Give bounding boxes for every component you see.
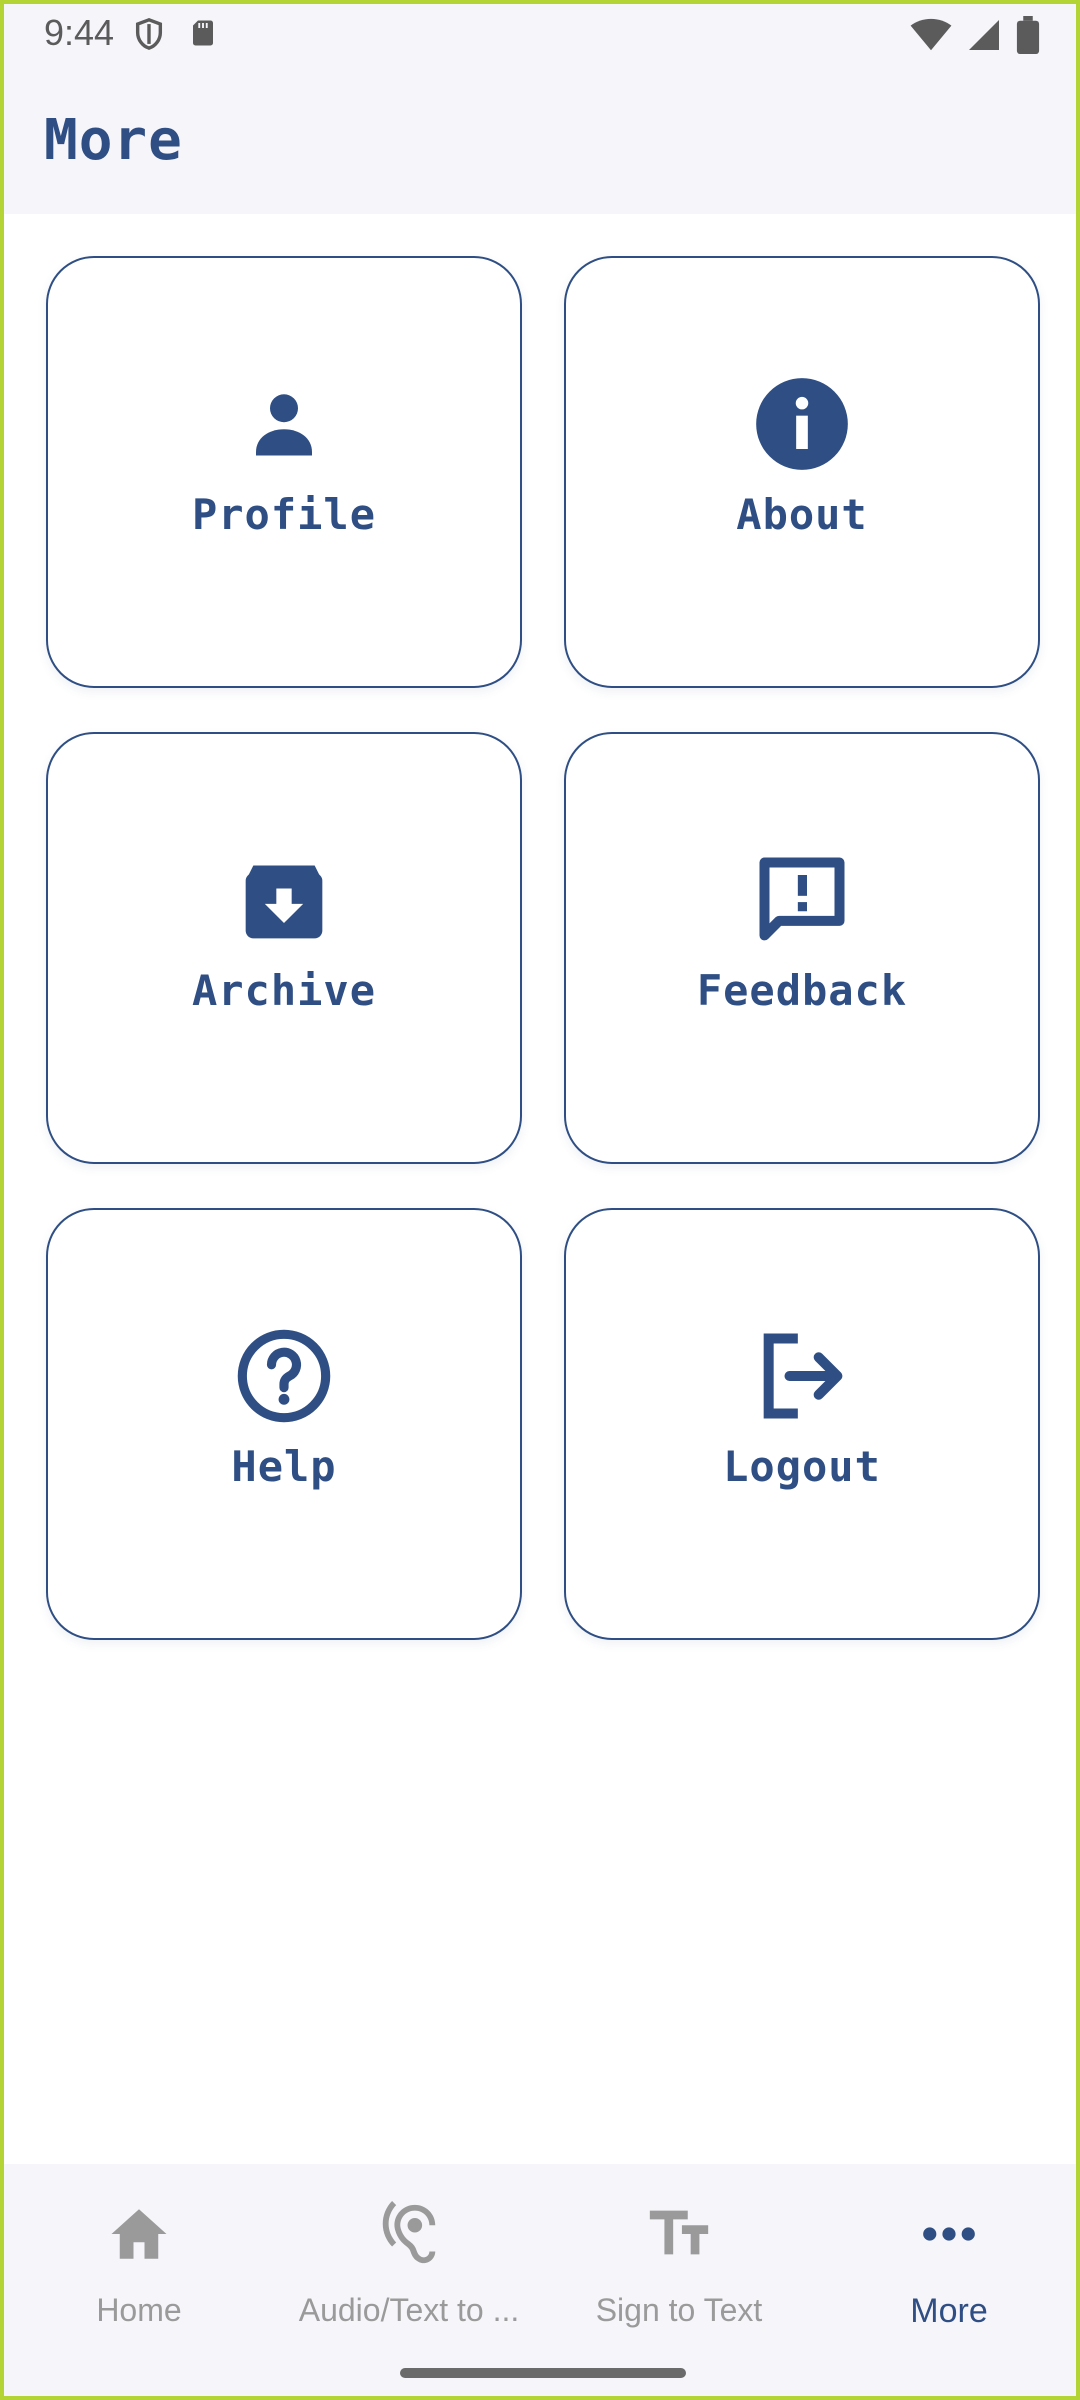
hearing-icon (369, 2194, 449, 2274)
more-horiz-icon (909, 2194, 989, 2274)
nav-label-audio-text: Audio/Text to ... (298, 2292, 520, 2328)
nav-item-audio-text[interactable]: Audio/Text to ... (274, 2194, 544, 2344)
home-icon (99, 2194, 179, 2274)
about-card[interactable]: About (564, 256, 1040, 688)
archive-icon (234, 850, 334, 950)
about-label: About (736, 490, 868, 539)
archive-label: Archive (191, 966, 376, 1015)
menu-grid: Profile About Archive Feedback Help Logo… (46, 256, 1040, 1640)
profile-label: Profile (191, 490, 376, 539)
wifi-icon (910, 18, 952, 57)
nav-label-more: More (910, 2292, 988, 2330)
home-indicator[interactable] (400, 2368, 686, 2378)
bottom-navigation: Home Audio/Text to ... Sign to Text More (4, 2164, 1076, 2396)
profile-card[interactable]: Profile (46, 256, 522, 688)
logout-icon (752, 1326, 852, 1426)
logout-label: Logout (723, 1442, 881, 1491)
signal-icon (966, 17, 1002, 58)
page-title: More (44, 108, 183, 173)
help-label: Help (231, 1442, 337, 1491)
shield-icon (132, 16, 166, 57)
status-time: 9:44 (44, 12, 115, 53)
logout-card[interactable]: Logout (564, 1208, 1040, 1640)
help-card[interactable]: Help (46, 1208, 522, 1640)
battery-icon (1016, 16, 1040, 59)
status-bar: 9:44 (4, 4, 1076, 64)
info-icon (752, 374, 852, 474)
text-fields-icon (639, 2194, 719, 2274)
help-icon (234, 1326, 334, 1426)
archive-card[interactable]: Archive (46, 732, 522, 1164)
nav-item-home[interactable]: Home (4, 2194, 274, 2344)
app-bar: More (4, 64, 1076, 214)
sd-card-icon (188, 16, 218, 57)
feedback-label: Feedback (696, 966, 908, 1015)
person-icon (234, 374, 334, 474)
nav-label-home: Home (96, 2292, 182, 2328)
feedback-icon (752, 850, 852, 950)
nav-label-sign-to-text: Sign to Text (595, 2292, 763, 2328)
nav-item-sign-to-text[interactable]: Sign to Text (544, 2194, 814, 2344)
nav-item-more[interactable]: More (814, 2194, 1076, 2344)
screen: 9:44 More Profile About Archive Feedback… (0, 0, 1080, 2400)
feedback-card[interactable]: Feedback (564, 732, 1040, 1164)
